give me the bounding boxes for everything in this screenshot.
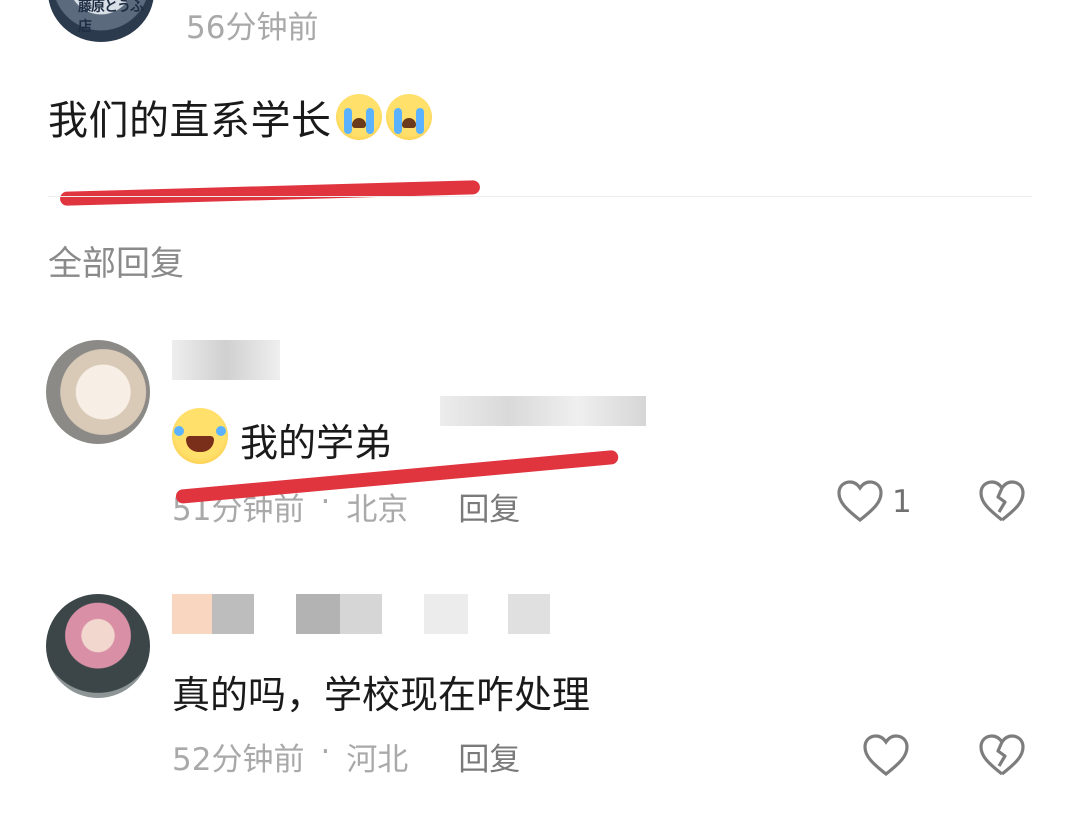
like-button[interactable] bbox=[862, 734, 910, 776]
broken-heart-icon bbox=[979, 480, 1025, 522]
red-annotation-stroke bbox=[59, 180, 481, 206]
meta-separator: · bbox=[320, 484, 331, 520]
blurred-username bbox=[340, 594, 382, 634]
blurred-username bbox=[172, 594, 212, 634]
avatar-tag: 藤原とうふ店 bbox=[78, 0, 144, 35]
top-comment-avatar[interactable]: 藤原とうふ店 bbox=[48, 0, 154, 42]
rofl-emoji-icon bbox=[172, 408, 228, 464]
broken-heart-icon bbox=[979, 734, 1025, 776]
all-replies-heading: 全部回复 bbox=[48, 244, 184, 284]
reply-time: 52分钟前 bbox=[172, 742, 305, 778]
reply-text: 我的学弟 bbox=[240, 421, 393, 465]
meta-separator: · bbox=[320, 734, 331, 770]
blurred-username bbox=[212, 594, 254, 634]
reply-location: 北京 bbox=[346, 492, 409, 528]
dislike-button[interactable] bbox=[978, 480, 1026, 522]
blurred-username bbox=[424, 594, 468, 634]
reply-location: 河北 bbox=[346, 742, 409, 778]
blurred-username bbox=[172, 340, 280, 380]
blurred-username bbox=[508, 594, 550, 634]
divider bbox=[48, 196, 1032, 197]
heart-icon bbox=[863, 734, 909, 776]
reply-button[interactable]: 回复 bbox=[458, 484, 520, 529]
top-comment-text-row: 我们的直系学长 bbox=[48, 88, 432, 146]
dislike-button[interactable] bbox=[978, 734, 1026, 776]
reply-avatar-cat[interactable] bbox=[46, 340, 150, 444]
loudly-crying-emoji-icon bbox=[385, 94, 432, 140]
like-button[interactable] bbox=[836, 480, 884, 522]
reply-button[interactable]: 回复 bbox=[458, 734, 520, 779]
top-comment-time: 56分钟前 bbox=[186, 10, 319, 46]
reply-text: 真的吗，学校现在咋处理 bbox=[172, 673, 591, 717]
top-comment-text: 我们的直系学长 bbox=[48, 98, 332, 144]
blurred-username bbox=[296, 594, 340, 634]
heart-icon bbox=[837, 480, 883, 522]
like-count: 1 bbox=[892, 484, 912, 520]
loudly-crying-emoji-icon bbox=[335, 94, 382, 140]
reply-avatar-girl[interactable] bbox=[46, 594, 150, 698]
reply-meta: 52分钟前 · 河北 回复 bbox=[172, 734, 520, 779]
blurred-redaction bbox=[440, 396, 646, 426]
